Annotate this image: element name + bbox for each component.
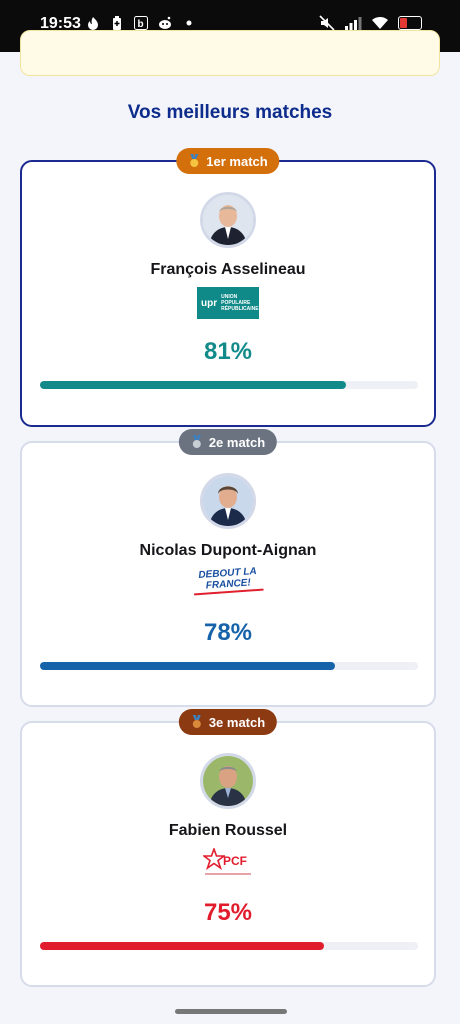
party-logo-text: upr — [201, 297, 218, 309]
match-percent: 81% — [203, 338, 253, 365]
match-progress-fill — [40, 662, 335, 670]
reddit-icon — [159, 16, 171, 29]
candidate-avatar — [200, 192, 256, 248]
match-progress-track — [40, 942, 418, 950]
dot-icon — [186, 20, 192, 26]
match-percent: 78% — [203, 619, 253, 646]
gold-medal-icon — [190, 154, 199, 167]
match-card-3[interactable]: 3e match Fabien Roussel PCF 75% — [20, 709, 436, 987]
bronze-medal-icon — [192, 715, 201, 728]
party-logo: DEBOUT LA FRANCE! — [192, 566, 264, 596]
match-card-2[interactable]: 2e match Nicolas Dupont-Aignan DEBOUT LA… — [20, 429, 436, 707]
tinder-icon — [88, 17, 98, 30]
notification-icons: b — [86, 16, 196, 30]
candidate-name: François Asselineau — [150, 261, 306, 278]
match-progress-fill — [40, 381, 347, 389]
candidate-avatar — [200, 473, 256, 529]
match-card-1[interactable]: 1er match François Asselineau upr UNION … — [20, 148, 436, 427]
home-indicator[interactable] — [175, 1009, 287, 1014]
svg-text:b: b — [138, 19, 144, 30]
match-progress-track — [40, 381, 418, 389]
match-badge: 2e match — [178, 429, 278, 455]
candidate-name: Fabien Roussel — [168, 822, 288, 839]
candidate-name: Nicolas Dupont-Aignan — [139, 542, 317, 559]
party-logo-text: PCF — [223, 854, 247, 868]
pcf-star-icon — [203, 848, 225, 870]
match-badge-label: 1er match — [206, 153, 268, 169]
party-logo: upr UNION POPULAIRE RÉPUBLICAINE — [197, 287, 259, 319]
party-logo-subtext: UNION POPULAIRE RÉPUBLICAINE — [221, 294, 259, 312]
match-badge-label: 2e match — [208, 434, 266, 450]
signal-icon — [345, 17, 362, 30]
match-percent: 75% — [203, 899, 253, 926]
match-progress-fill — [40, 942, 324, 950]
match-badge: 3e match — [178, 709, 278, 735]
info-banner — [20, 30, 440, 76]
wifi-icon — [372, 16, 388, 29]
b-app-icon: b — [134, 16, 148, 30]
party-logo: PCF — [203, 848, 253, 880]
match-progress-track — [40, 662, 418, 670]
match-badge-label: 3e match — [208, 714, 266, 730]
system-icons — [319, 15, 422, 31]
silver-medal-icon — [192, 435, 201, 448]
match-badge: 1er match — [176, 148, 280, 174]
candidate-avatar — [200, 753, 256, 809]
battery-icon — [398, 16, 422, 30]
section-title: Vos meilleurs matches — [127, 102, 333, 123]
battery-saver-icon — [113, 16, 121, 30]
mute-icon — [319, 15, 335, 31]
